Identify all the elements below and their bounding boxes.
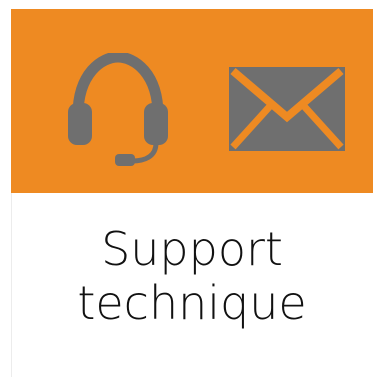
support-technique-tile[interactable]: Support technique — [0, 0, 374, 377]
support-banner — [11, 9, 373, 193]
tile-label-line2: technique — [77, 276, 307, 330]
tile-label: Support technique — [11, 222, 373, 330]
tile-label-line1: Support — [101, 222, 283, 276]
envelope-icon — [229, 67, 345, 151]
headset-icon — [68, 53, 168, 166]
